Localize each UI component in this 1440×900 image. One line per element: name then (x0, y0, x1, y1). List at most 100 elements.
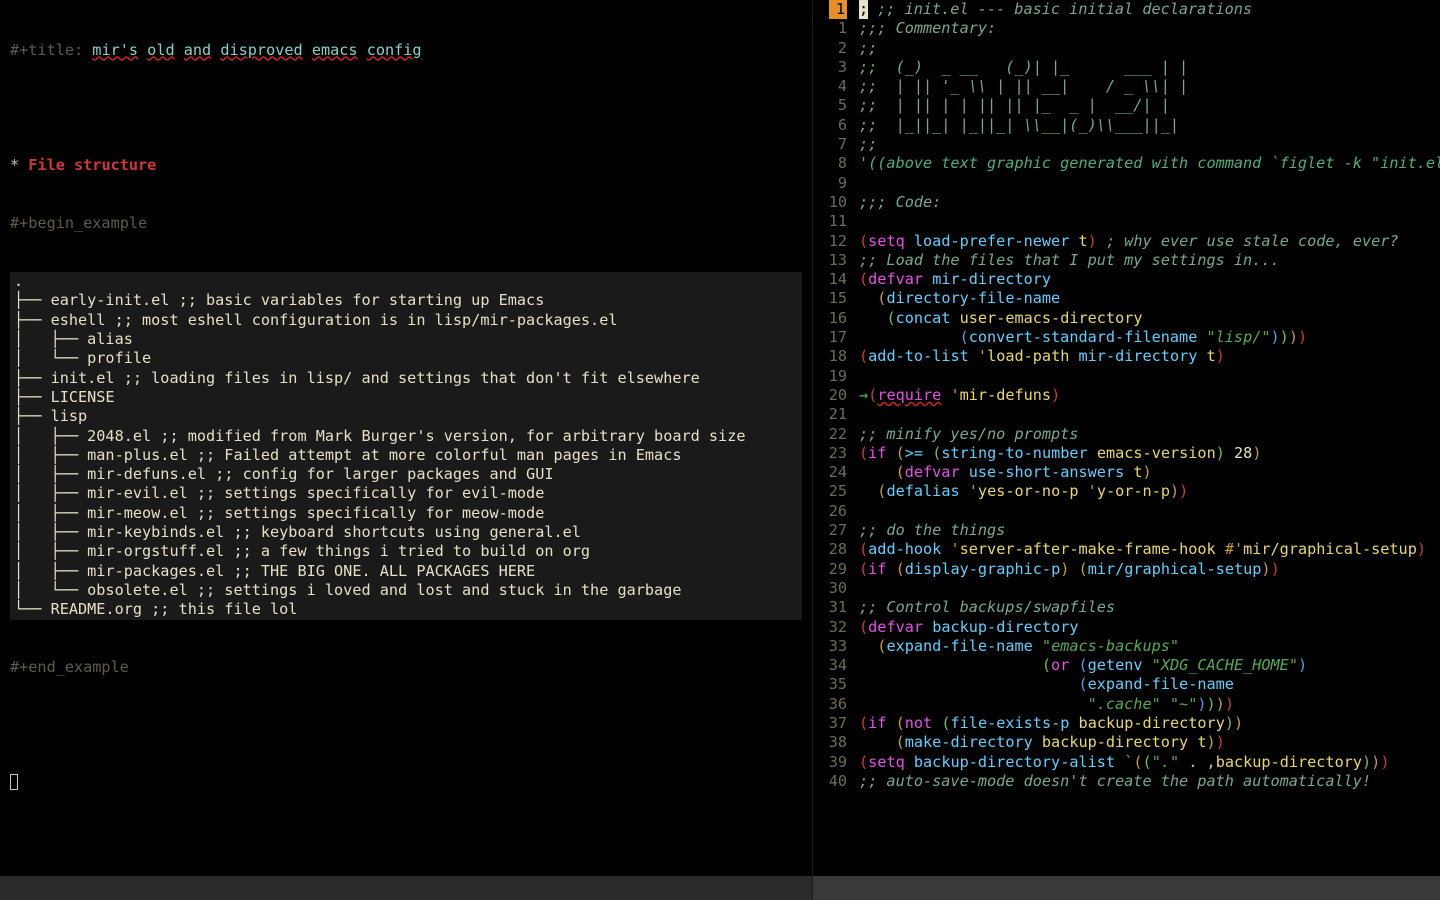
modeline-inactive[interactable] (0, 876, 812, 900)
line-number: 27 (813, 521, 847, 540)
code-line[interactable]: ; ;; init.el --- basic initial declarati… (859, 0, 1440, 19)
code-line[interactable]: ;; |_||_| |_||_| \\__|(_)\\___||_| (859, 116, 1440, 135)
line-number: 6 (813, 116, 847, 135)
line-number: 31 (813, 598, 847, 617)
left-pane-org-buffer[interactable]: #+title: mir's old and disproved emacs c… (0, 0, 812, 900)
tree-line: └── README.org ;; this file lol (10, 600, 802, 619)
org-title-keyword: #+title: (10, 41, 92, 59)
tree-line: ├── LICENSE (10, 388, 802, 407)
line-number: 36 (813, 695, 847, 714)
line-number: 39 (813, 753, 847, 772)
code-line[interactable]: (defalias 'yes-or-no-p 'y-or-n-p)) (859, 482, 1440, 501)
code-line[interactable]: (concat user-emacs-directory (859, 309, 1440, 328)
code-line[interactable]: ;; (859, 39, 1440, 58)
code-line[interactable] (859, 405, 1440, 424)
code-line[interactable] (859, 174, 1440, 193)
tree-line: │ ├── mir-keybinds.el ;; keyboard shortc… (10, 523, 802, 542)
tree-line: ├── early-init.el ;; basic variables for… (10, 291, 802, 310)
line-number: 22 (813, 425, 847, 444)
code-line[interactable]: (expand-file-name (859, 675, 1440, 694)
org-begin-example: #+begin_example (10, 214, 802, 233)
line-number: 29 (813, 560, 847, 579)
point-cursor: ; (859, 0, 868, 19)
tree-line: │ ├── mir-meow.el ;; settings specifical… (10, 504, 802, 523)
example-block: .├── early-init.el ;; basic variables fo… (10, 272, 802, 619)
tree-line: │ └── profile (10, 349, 802, 368)
code-line[interactable]: ;; | || '_ \\ | || __| / _ \\| | (859, 77, 1440, 96)
cursor (10, 774, 802, 793)
line-number: 9 (813, 174, 847, 193)
tree-line: │ ├── alias (10, 330, 802, 349)
line-number: 3 (813, 58, 847, 77)
line-number: 23 (813, 444, 847, 463)
code-line[interactable]: (defvar backup-directory (859, 618, 1440, 637)
code-line[interactable] (859, 212, 1440, 231)
tree-line: ├── eshell ;; most eshell configuration … (10, 311, 802, 330)
code-line[interactable]: (if (>= (string-to-number emacs-version)… (859, 444, 1440, 463)
line-number: 8 (813, 154, 847, 173)
code-line[interactable]: ".cache" "~")))) (859, 695, 1440, 714)
tree-line: │ ├── mir-defuns.el ;; config for larger… (10, 465, 802, 484)
tree-line: . (10, 272, 802, 291)
line-number: 5 (813, 96, 847, 115)
tree-line: ├── lisp (10, 407, 802, 426)
code-line[interactable]: →(require 'mir-defuns) (859, 386, 1440, 405)
code-line[interactable]: ;; (859, 135, 1440, 154)
tree-line: │ ├── man-plus.el ;; Failed attempt at m… (10, 446, 802, 465)
code-line[interactable] (859, 579, 1440, 598)
code-line[interactable]: ;; Load the files that I put my settings… (859, 251, 1440, 270)
code-line[interactable]: ;;; Commentary: (859, 19, 1440, 38)
line-number: 1 (813, 0, 847, 19)
line-number: 30 (813, 579, 847, 598)
line-number: 21 (813, 405, 847, 424)
tree-line: ├── init.el ;; loading files in lisp/ an… (10, 369, 802, 388)
code-line[interactable]: ;; do the things (859, 521, 1440, 540)
code-line[interactable]: (make-directory backup-directory t)) (859, 733, 1440, 752)
line-number: 38 (813, 733, 847, 752)
tree-line: │ ├── 2048.el ;; modified from Mark Burg… (10, 427, 802, 446)
code-line[interactable] (859, 502, 1440, 521)
line-number: 2 (813, 39, 847, 58)
line-number: 25 (813, 482, 847, 501)
code-line[interactable]: '((above text graphic generated with com… (859, 154, 1440, 173)
code-line[interactable]: (expand-file-name "emacs-backups" (859, 637, 1440, 656)
line-number: 28 (813, 540, 847, 559)
tree-line: │ ├── mir-orgstuff.el ;; a few things i … (10, 542, 802, 561)
line-number: 16 (813, 309, 847, 328)
code-line[interactable]: ;; | || | | || || |_ _ | __/| | (859, 96, 1440, 115)
line-number-gutter: 1123456789101112131415161718192021222324… (813, 0, 853, 900)
code-line[interactable]: ;;; Code: (859, 193, 1440, 212)
line-number: 35 (813, 675, 847, 694)
right-pane-code-buffer[interactable]: 1123456789101112131415161718192021222324… (812, 0, 1440, 900)
line-number: 14 (813, 270, 847, 289)
org-title-line: #+title: mir's old and disproved emacs c… (10, 41, 802, 60)
org-content[interactable]: #+title: mir's old and disproved emacs c… (0, 0, 812, 834)
line-number: 17 (813, 328, 847, 347)
line-number: 34 (813, 656, 847, 675)
code-line[interactable]: (setq load-prefer-newer t) ; why ever us… (859, 232, 1440, 251)
modeline-active[interactable]: N ⎇ main init.el ‹ ELisp/d prefer-utf-8-… (813, 876, 1440, 900)
code-line[interactable]: ;; Control backups/swapfiles (859, 598, 1440, 617)
code-line[interactable]: ;; minify yes/no prompts (859, 425, 1440, 444)
code-line[interactable]: ;; (_) _ __ (_)| |_ ___ | | (859, 58, 1440, 77)
code-line[interactable]: (setq backup-directory-alist `(("." . ,b… (859, 753, 1440, 772)
org-heading: * File structure (10, 156, 802, 175)
code-line[interactable]: (directory-file-name (859, 289, 1440, 308)
org-end-example: #+end_example (10, 658, 802, 677)
code-line[interactable]: (defvar mir-directory (859, 270, 1440, 289)
code-line[interactable]: (if (display-graphic-p) (mir/graphical-s… (859, 560, 1440, 579)
line-number: 19 (813, 367, 847, 386)
line-number: 37 (813, 714, 847, 733)
code-line[interactable]: ;; auto-save-mode doesn't create the pat… (859, 772, 1440, 791)
code-line[interactable]: (or (getenv "XDG_CACHE_HOME") (859, 656, 1440, 675)
line-number: 7 (813, 135, 847, 154)
code-line[interactable] (859, 367, 1440, 386)
code-area[interactable]: ; ;; init.el --- basic initial declarati… (859, 0, 1440, 791)
code-line[interactable]: (add-hook 'server-after-make-frame-hook … (859, 540, 1440, 559)
code-line[interactable]: (convert-standard-filename "lisp/")))) (859, 328, 1440, 347)
line-number: 1 (813, 19, 847, 38)
line-number: 10 (813, 193, 847, 212)
code-line[interactable]: (add-to-list 'load-path mir-directory t) (859, 347, 1440, 366)
code-line[interactable]: (if (not (file-exists-p backup-directory… (859, 714, 1440, 733)
code-line[interactable]: (defvar use-short-answers t) (859, 463, 1440, 482)
